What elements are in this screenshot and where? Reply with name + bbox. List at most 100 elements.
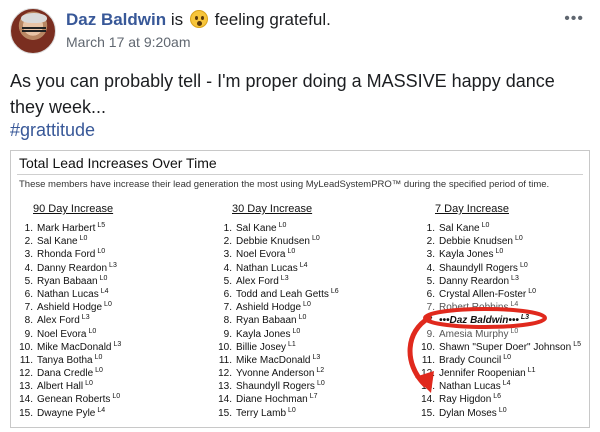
- list-item: 1. Mark Harbert L5: [19, 219, 209, 234]
- level-badge: L6: [493, 393, 502, 401]
- column-90-day: 90 Day Increase 1. Mark Harbert L5 2. Sal Ka…: [19, 203, 209, 419]
- avatar-glasses: [22, 27, 46, 32]
- rank-number: 15.: [19, 407, 33, 419]
- member-name: Terry Lamb: [236, 407, 287, 419]
- member-name: Dylan Moses: [439, 407, 497, 419]
- list-item: 5. Alex Ford L3: [218, 272, 408, 287]
- level-badge: L0: [303, 301, 311, 309]
- level-badge: L5: [573, 340, 581, 348]
- level-badge: L4: [97, 406, 106, 414]
- list-item: 7. Ashield Hodge L0: [218, 298, 408, 313]
- level-badge: L0: [278, 222, 287, 229]
- list-item: 13. Albert Hall L0: [19, 377, 209, 392]
- level-badge: L3: [81, 314, 90, 322]
- level-badge: L0: [481, 222, 490, 229]
- is-text: is: [170, 10, 184, 29]
- list-item: 9. Noel Evora L0: [19, 325, 209, 340]
- level-badge: L0: [88, 327, 97, 335]
- list-item: 12. Dana Credle L0: [19, 364, 209, 379]
- level-badge: L0: [85, 380, 93, 388]
- list-item: 2. Sal Kane L0: [19, 232, 209, 247]
- post-body-text: As you can probably tell - I'm proper do…: [10, 71, 555, 117]
- post-timestamp-link[interactable]: March 17 at 9:20am: [66, 34, 191, 50]
- list-item: 3. Noel Evora L0: [218, 245, 408, 260]
- level-badge: L0: [298, 314, 307, 322]
- list-item: 15. Terry Lamb L0: [218, 404, 408, 419]
- level-badge: L7: [309, 393, 318, 401]
- list-item: 4. Nathan Lucas L4: [218, 259, 408, 274]
- report-subtitle: These members have increase their lead g…: [19, 179, 550, 190]
- more-options-icon[interactable]: •••: [564, 10, 584, 28]
- avatar[interactable]: [10, 8, 56, 54]
- author-name-link[interactable]: Daz Baldwin: [66, 10, 166, 29]
- list-item: 9. Amesia Murphy L0: [421, 325, 589, 340]
- list-item: 11. Tanya Botha L0: [19, 351, 209, 366]
- list-item: 4. Shaundyll Rogers L0: [421, 259, 589, 274]
- ranking-list: 1. Sal Kane L0 2. Debbie Knudsen L0 3. Noel Evo…: [218, 219, 408, 419]
- list-item: 9. Kayla Jones L0: [218, 325, 408, 340]
- level-badge: L0: [311, 235, 320, 243]
- column-heading: 90 Day Increase: [33, 203, 114, 215]
- list-item: 14. Ray Higdon L6: [421, 390, 589, 405]
- list-item: 15. Dylan Moses L0: [421, 404, 589, 419]
- list-item: 6. Crystal Allen-Foster L0: [421, 285, 589, 300]
- level-badge: L5: [97, 222, 106, 229]
- level-badge: L0: [95, 367, 103, 375]
- level-badge: L3: [109, 261, 117, 269]
- level-badge: L0: [99, 274, 108, 282]
- report-title: Total Lead Increases Over Time: [19, 155, 217, 171]
- list-item: 6. Nathan Lucas L4: [19, 285, 209, 300]
- level-badge: L0: [510, 327, 519, 335]
- column-heading: 30 Day Increase: [232, 203, 313, 215]
- column-heading: 7 Day Increase: [435, 203, 509, 215]
- smiling-face-emoji-icon: [189, 10, 208, 28]
- level-badge: L1: [288, 340, 296, 348]
- level-badge: L0: [292, 327, 301, 335]
- post-image-report[interactable]: Total Lead Increases Over Time These mem…: [10, 150, 590, 428]
- level-badge: L4: [510, 301, 519, 309]
- list-item: 5. Ryan Babaan L0: [19, 272, 209, 287]
- level-badge: L3: [520, 314, 530, 322]
- list-item: 4. Danny Reardon L3: [19, 259, 209, 274]
- list-item: 7. Ashield Hodge L0: [19, 298, 209, 313]
- list-item: 7. Robert Robbins L4: [421, 298, 589, 313]
- level-badge: L3: [511, 274, 519, 282]
- level-badge: L0: [514, 235, 523, 243]
- level-badge: L0: [495, 248, 504, 256]
- level-badge: L0: [287, 248, 296, 256]
- list-item: 12. Jennifer Roopenian L1: [421, 364, 589, 379]
- list-item: 6. Todd and Leah Getts L6: [218, 285, 408, 300]
- level-badge: L4: [100, 287, 109, 295]
- list-item: 2. Debbie Knudsen L0: [421, 232, 589, 247]
- highlighted-list-item: 8. •••Daz Baldwin••• L3: [421, 311, 589, 326]
- list-item: 1. Sal Kane L0: [421, 219, 589, 234]
- poster-line: Daz Baldwin is feeling grateful.: [66, 10, 331, 30]
- level-badge: L0: [288, 406, 296, 414]
- rank-number: 15.: [218, 407, 232, 419]
- list-item: 13. Shaundyll Rogers L0: [218, 377, 408, 392]
- level-badge: L3: [312, 353, 321, 361]
- level-badge: L4: [502, 380, 511, 388]
- hashtag-link[interactable]: #grattitude: [10, 120, 95, 141]
- list-item: 14. Diane Hochman L7: [218, 390, 408, 405]
- column-7-day: 7 Day Increase 1. Sal Kane L0 2. Debbie Knud…: [421, 203, 589, 419]
- ranking-list: 1. Mark Harbert L5 2. Sal Kane L0 3. Rhonda For…: [19, 219, 209, 419]
- list-item: 2. Debbie Knudsen L0: [218, 232, 408, 247]
- level-badge: L0: [112, 393, 121, 401]
- list-item: 8. Ryan Babaan L0: [218, 311, 408, 326]
- post-header: Daz Baldwin is feeling grateful. March 1…: [10, 6, 590, 58]
- rank-number: 15.: [421, 407, 435, 419]
- avatar-hair: [21, 13, 47, 23]
- member-name: Dwayne Pyle: [37, 407, 96, 419]
- list-item: 15. Dwayne Pyle L4: [19, 404, 209, 419]
- list-item: 14. Genean Roberts L0: [19, 390, 209, 405]
- list-item: 5. Danny Reardon L3: [421, 272, 589, 287]
- level-badge: L1: [527, 367, 536, 375]
- list-item: 10. Billie Josey L1: [218, 338, 408, 353]
- level-badge: L0: [503, 353, 512, 361]
- level-badge: L0: [104, 301, 112, 309]
- level-badge: L3: [280, 274, 289, 282]
- level-badge: L0: [519, 261, 528, 269]
- report-divider: [17, 174, 583, 175]
- level-badge: L2: [316, 367, 325, 375]
